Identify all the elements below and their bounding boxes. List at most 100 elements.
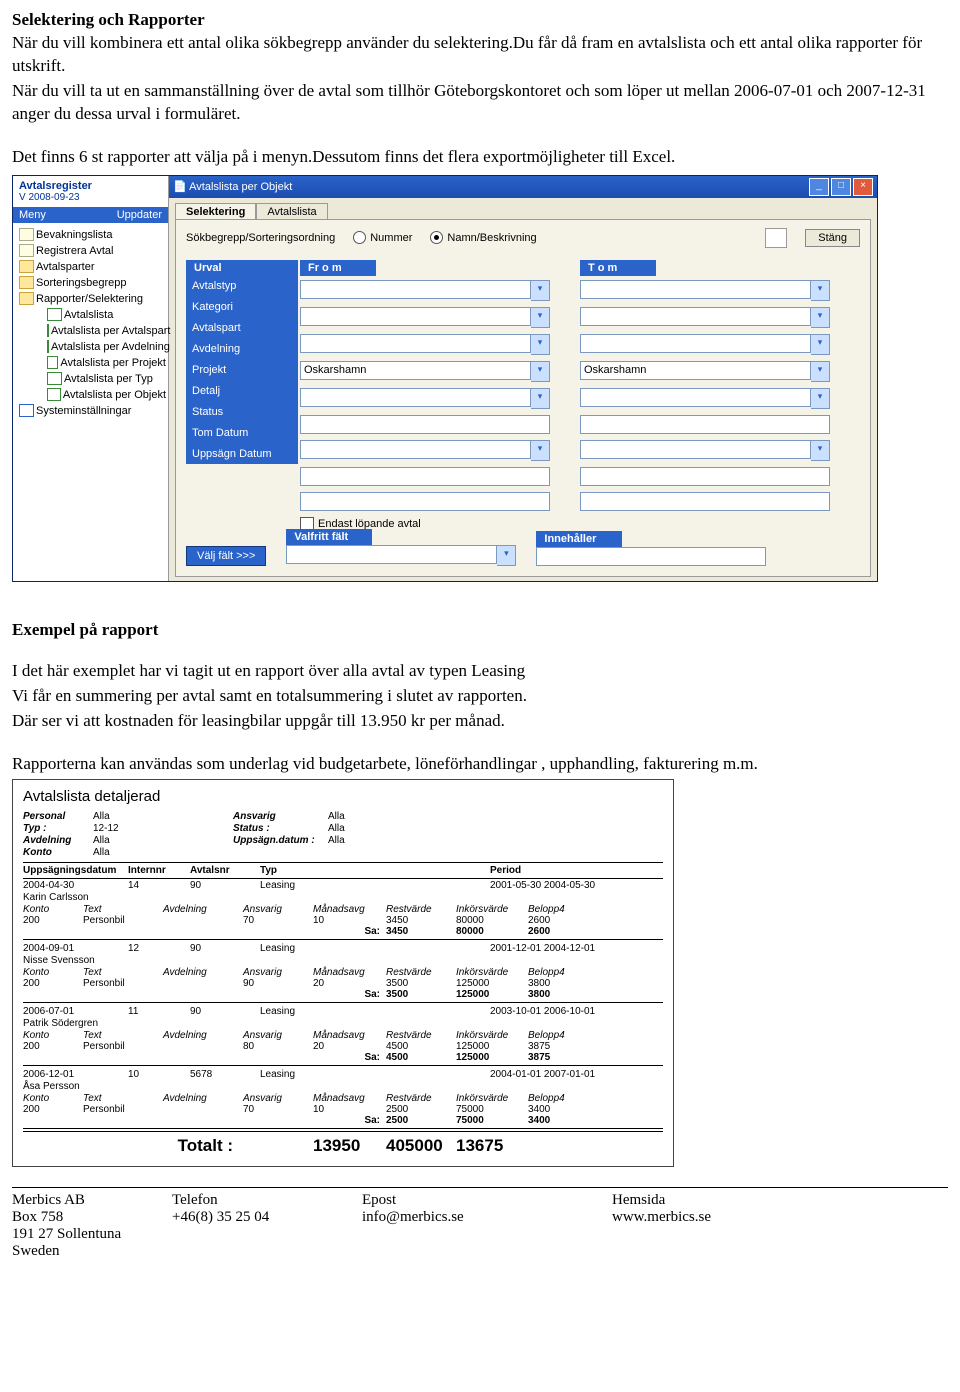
subhead: Ansvarig <box>243 1093 313 1104</box>
from-avtalspart[interactable] <box>300 334 531 353</box>
tree-bevakningslista[interactable]: Bevakningslista <box>19 227 166 243</box>
tab-selektering[interactable]: Selektering <box>175 203 256 220</box>
cell: Leasing <box>260 1069 360 1080</box>
cell: 3450 <box>386 915 456 926</box>
dropdown-icon[interactable]: ▾ <box>531 334 550 355</box>
para-2: När du vill ta ut en sammanställning öve… <box>12 80 948 126</box>
update-label[interactable]: Uppdater <box>117 209 162 221</box>
cell: 2004-01-01 2007-01-01 <box>490 1069 663 1080</box>
from-status[interactable] <box>300 440 531 459</box>
dropdown-icon[interactable]: ▾ <box>811 440 830 461</box>
cell: 12 <box>128 943 190 954</box>
hdr-personal-l: Personal <box>23 811 93 822</box>
from-projekt[interactable] <box>300 388 531 407</box>
tom-tomdatum[interactable] <box>580 467 830 486</box>
hdr-typ-v: 12-12 <box>93 823 233 834</box>
tom-avtalspart[interactable] <box>580 334 811 353</box>
from-tomdatum[interactable] <box>300 467 550 486</box>
total-label: Totalt : <box>23 1136 243 1156</box>
tree-avtalslista-avdelning[interactable]: Avtalslista per Avdelning <box>19 339 166 355</box>
nav-tree: Bevakningslista Registrera Avtal Avtalsp… <box>13 223 168 423</box>
tom-avdelning[interactable]: Oskarshamn <box>580 361 811 380</box>
cell: 200 <box>23 1041 83 1052</box>
innehaller-input[interactable] <box>536 547 766 566</box>
sum-cell: 75000 <box>456 1115 528 1126</box>
dropdown-icon[interactable]: ▾ <box>811 388 830 409</box>
cell: Personbil <box>83 978 163 989</box>
from-detalj[interactable] <box>300 415 550 434</box>
subhead: Text <box>83 967 163 978</box>
sum-cell: 2600 <box>528 926 583 937</box>
tree-avtalslista[interactable]: Avtalslista <box>19 307 166 323</box>
report-group: 2004-09-011290Leasing2001-12-01 2004-12-… <box>23 942 663 1003</box>
group-name: Åsa Persson <box>23 1081 663 1093</box>
folder-icon <box>19 292 34 305</box>
tree-systeminstallningar[interactable]: Systeminställningar <box>19 403 166 419</box>
dropdown-icon[interactable]: ▾ <box>531 388 550 409</box>
minimize-button[interactable]: _ <box>809 178 829 196</box>
radio-icon <box>430 231 443 244</box>
from-avdelning[interactable]: Oskarshamn <box>300 361 531 380</box>
tom-detalj[interactable] <box>580 415 830 434</box>
tom-uppsagndatum[interactable] <box>580 492 830 511</box>
cell: 2006-07-01 <box>23 1006 128 1017</box>
group-name: Nisse Svensson <box>23 955 663 967</box>
subhead: Månadsavg <box>313 1030 386 1041</box>
tree-avtalslista-avtalspart[interactable]: Avtalslista per Avtalspart <box>19 323 166 339</box>
report-title: Avtalslista detaljerad <box>23 788 663 805</box>
dropdown-icon[interactable]: ▾ <box>531 307 550 328</box>
dropdown-icon[interactable]: ▾ <box>531 440 550 461</box>
sum-cell: 3450 <box>386 926 456 937</box>
tree-sorteringsbegrepp[interactable]: Sorteringsbegrepp <box>19 275 166 291</box>
valj-falt-button[interactable]: Välj fält >>> <box>186 546 266 566</box>
cell: 200 <box>23 915 83 926</box>
tree-avtalslista-objekt[interactable]: Avtalslista per Objekt <box>19 387 166 403</box>
cell: 10 <box>313 915 386 926</box>
footer-company: Merbics AB <box>12 1192 172 1209</box>
report-icon <box>47 340 49 353</box>
radio-nummer[interactable]: Nummer <box>353 231 412 244</box>
dropdown-icon[interactable]: ▾ <box>811 334 830 355</box>
radio-namn[interactable]: Namn/Beskrivning <box>430 231 536 244</box>
subhead: Ansvarig <box>243 904 313 915</box>
col-from: Fr o m <box>300 260 376 276</box>
dropdown-icon[interactable]: ▾ <box>811 307 830 328</box>
maximize-button[interactable]: □ <box>831 178 851 196</box>
menu-label[interactable]: Meny <box>19 209 46 221</box>
dropdown-icon[interactable]: ▾ <box>531 361 550 382</box>
sum-cell: 3400 <box>528 1115 583 1126</box>
tom-status[interactable] <box>580 440 811 459</box>
footer-box: Box 758 <box>12 1209 172 1226</box>
dropdown-icon[interactable]: ▾ <box>811 280 830 301</box>
tree-rapporter[interactable]: Rapporter/Selektering <box>19 291 166 307</box>
tree-registrera-avtal[interactable]: Registrera Avtal <box>19 243 166 259</box>
from-avtalstyp[interactable] <box>300 280 531 299</box>
subhead: Inkörsvärde <box>456 904 528 915</box>
report-group: 2004-04-301490Leasing2001-05-30 2004-05-… <box>23 879 663 940</box>
lbl-avtalstyp: Avtalstyp <box>192 280 292 292</box>
tom-kategori[interactable] <box>580 307 811 326</box>
tree-avtalslista-typ[interactable]: Avtalslista per Typ <box>19 371 166 387</box>
tom-projekt[interactable] <box>580 388 811 407</box>
valfritt-falt-input[interactable] <box>286 545 497 564</box>
print-icon[interactable] <box>765 228 787 248</box>
lbl-valfritt-falt: Valfritt fält <box>286 529 372 545</box>
from-uppsagndatum[interactable] <box>300 492 550 511</box>
total-inkorsvarde: 13675 <box>456 1136 528 1156</box>
sum-cell: 125000 <box>456 989 528 1000</box>
cell: Personbil <box>83 915 163 926</box>
close-button[interactable]: × <box>853 178 873 196</box>
dropdown-icon[interactable]: ▾ <box>497 545 516 566</box>
close-panel-button[interactable]: Stäng <box>805 229 860 247</box>
tab-avtalslista[interactable]: Avtalslista <box>256 203 327 220</box>
dropdown-icon[interactable]: ▾ <box>531 280 550 301</box>
cell: 14 <box>128 880 190 891</box>
dropdown-icon[interactable]: ▾ <box>811 361 830 382</box>
from-kategori[interactable] <box>300 307 531 326</box>
tom-avtalstyp[interactable] <box>580 280 811 299</box>
lbl-kategori: Kategori <box>192 301 292 313</box>
footer-email-l: Epost <box>362 1192 612 1209</box>
cell: 3800 <box>528 978 583 989</box>
tree-avtalsparter[interactable]: Avtalsparter <box>19 259 166 275</box>
tree-avtalslista-projekt[interactable]: Avtalslista per Projekt <box>19 355 166 371</box>
